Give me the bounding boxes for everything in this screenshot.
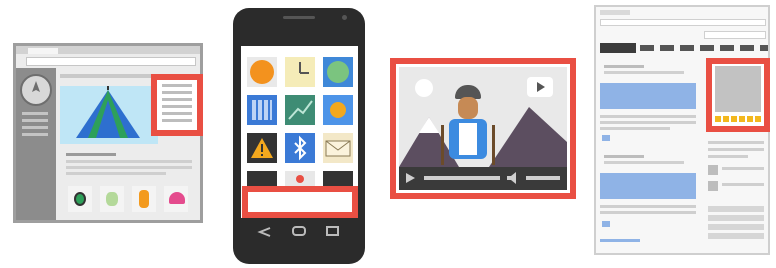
article-text-line [66,172,166,175]
sidebar-table [708,203,764,239]
basketball-icon[interactable] [247,57,277,87]
browser-addressbar[interactable] [26,57,196,66]
text-line [600,121,696,124]
warning-icon[interactable] [247,133,277,163]
article-heading [66,153,116,156]
sidebar-link[interactable] [22,119,48,122]
headline-line [604,155,644,158]
clock-icon[interactable] [285,57,315,87]
video-frame [399,67,567,167]
bike-helmet-icon [169,192,185,204]
progress-bar[interactable] [424,176,500,180]
browser-tab[interactable] [28,48,58,54]
youtube-play-icon[interactable] [527,77,553,97]
nav-bar [640,45,768,51]
article-image[interactable] [600,83,696,109]
sidebar-line [722,167,764,170]
thumbnail[interactable] [602,221,610,227]
home-icon[interactable] [292,226,306,236]
sidebar-link[interactable] [22,133,48,136]
hiker-figure [439,85,499,167]
skyscraper-ad-line [162,119,192,122]
tent-icon [76,86,140,138]
mail-icon[interactable] [323,133,353,163]
headline-line [604,71,684,74]
phone-speaker [283,16,315,19]
skyscraper-ad-line [162,98,192,101]
rectangle-ad-image [715,66,761,112]
article-text-line [66,166,192,169]
banner-ad-highlight[interactable] [242,186,358,218]
rating-stars [715,116,761,122]
skyscraper-ad-line [162,105,192,108]
sidebar-thumb[interactable] [708,165,718,175]
headline-line [604,65,644,68]
sidebar-link[interactable] [22,112,48,115]
sidebar-line [708,141,764,144]
sidebar-thumb[interactable] [708,181,718,191]
text-line [600,211,696,214]
sidebar-line [708,148,764,151]
site-search-bar[interactable] [704,31,766,39]
browser-tab[interactable] [600,10,630,15]
browser-addressbar[interactable] [600,19,766,26]
skyscraper-ad-line [162,112,192,115]
site-logo [600,43,636,53]
compass-needle-icon [32,81,40,92]
sidebar-link[interactable] [22,126,48,129]
skyscraper-ad-line [162,84,192,87]
bluetooth-icon[interactable] [285,133,315,163]
phone-camera [342,15,347,20]
hero-caption-bar [60,74,152,78]
bottle-icon [139,190,149,208]
back-icon[interactable] [256,226,274,238]
text-line [600,115,696,118]
thumbnail[interactable] [602,135,610,141]
chart-icon[interactable] [285,95,315,125]
footer-link[interactable] [600,239,640,242]
volume-slider[interactable] [526,176,560,180]
headline-line [604,161,684,164]
watch-icon [74,192,86,206]
flower-icon [106,192,118,206]
text-line [600,205,696,208]
globe-icon[interactable] [323,57,353,87]
skyscraper-ad-line [162,91,192,94]
text-line [600,127,670,130]
recent-apps-icon[interactable] [326,226,339,236]
volume-icon[interactable] [506,172,520,184]
sidebar-line [722,183,764,186]
sidebar-line [708,155,748,158]
article-text-line [66,160,192,163]
play-icon[interactable] [404,172,416,184]
article-image[interactable] [600,173,696,199]
calculator-icon[interactable] [247,95,277,125]
sun-icon[interactable] [323,95,353,125]
